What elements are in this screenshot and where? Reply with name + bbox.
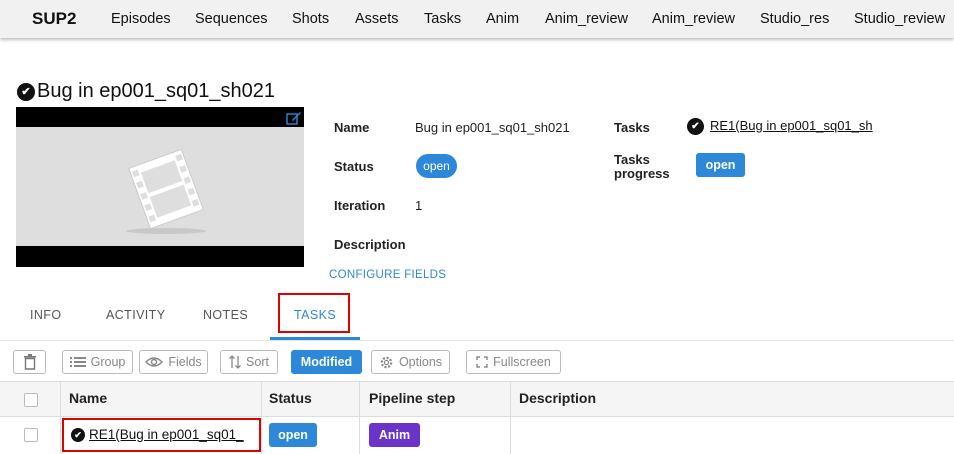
nav-anim[interactable]: Anim [486,11,519,27]
task-status-badge[interactable]: open [269,423,317,447]
sort-icon [229,355,241,369]
nav-anim-review-2[interactable]: Anim_review [652,11,735,27]
column-header-pipeline-step[interactable]: Pipeline step [369,390,455,406]
column-header-description[interactable]: Description [519,390,596,406]
table-header [0,381,954,417]
nav-tasks[interactable]: Tasks [424,11,461,27]
nav-shots[interactable]: Shots [292,11,329,27]
entity-title: Bug in ep001_sq01_sh021 [37,80,275,102]
top-navbar: SUP2 Episodes Sequences Shots Assets Tas… [0,0,954,38]
status-badge[interactable]: open [416,154,457,178]
brand-logo[interactable]: SUP2 [32,9,76,29]
options-button[interactable]: Options [371,350,450,374]
iteration-label: Iteration [334,198,386,213]
column-divider [359,381,360,454]
configure-fields-link[interactable]: CONFIGURE FIELDS [329,269,446,281]
nav-sequences[interactable]: Sequences [195,11,268,27]
name-label: Name [334,120,370,135]
delete-button[interactable] [13,350,46,374]
group-label: Group [90,355,126,369]
sort-button[interactable]: Sort [220,350,278,374]
trash-icon [23,354,36,370]
pipeline-step-badge[interactable]: Anim [369,423,420,447]
modified-label: Modified [300,355,353,369]
fullscreen-label: Fullscreen [493,355,551,369]
tab-activity[interactable]: ACTIVITY [106,308,165,322]
select-all-checkbox[interactable] [24,393,38,407]
check-circle-icon: ✔ [17,82,35,101]
entity-thumbnail [16,107,304,267]
tasks-link[interactable]: RE1(Bug in ep001_sq01_sh [710,118,874,133]
description-label: Description [334,237,406,252]
fullscreen-button[interactable]: Fullscreen [466,350,561,374]
column-divider [261,381,262,454]
sort-label: Sort [246,355,269,369]
highlight-box-task-row [62,418,261,452]
fields-button[interactable]: Fields [139,350,208,374]
highlight-box-tasks-tab [278,293,350,333]
fields-label: Fields [168,355,202,369]
column-header-name[interactable]: Name [69,390,107,406]
fullscreen-icon [476,356,488,368]
nav-anim-review[interactable]: Anim_review [545,11,628,27]
modified-button[interactable]: Modified [291,350,362,374]
tasks-progress-label-2: progress [614,166,670,181]
column-divider [510,381,511,454]
edit-icon[interactable] [286,111,302,125]
nav-studio-res[interactable]: Studio_res [760,11,829,27]
column-header-status[interactable]: Status [269,390,312,406]
column-divider [60,381,61,454]
tasks-progress-label: Tasks [614,152,650,167]
nav-episodes[interactable]: Episodes [111,11,171,27]
entity-title-row: ✔ Bug in ep001_sq01_sh021 [17,80,275,103]
eye-icon [145,357,164,367]
tabs-divider [0,340,954,341]
nav-assets[interactable]: Assets [355,11,399,27]
film-placeholder-icon [126,148,206,234]
tasks-label: Tasks [614,120,650,135]
check-circle-icon: ✔ [687,118,704,135]
nav-studio-review[interactable]: Studio_review [854,11,945,27]
name-value: Bug in ep001_sq01_sh021 [415,120,570,135]
group-button[interactable]: Group [62,350,133,374]
row-checkbox[interactable] [24,428,38,442]
tab-notes[interactable]: NOTES [203,308,248,322]
list-icon [69,357,86,367]
tasks-progress-badge[interactable]: open [696,153,745,177]
gear-icon [380,356,393,368]
iteration-value: 1 [415,198,423,213]
thumbnail-preview [16,127,304,246]
status-label: Status [334,159,374,174]
options-label: Options [398,355,443,369]
tab-info[interactable]: INFO [30,308,61,322]
